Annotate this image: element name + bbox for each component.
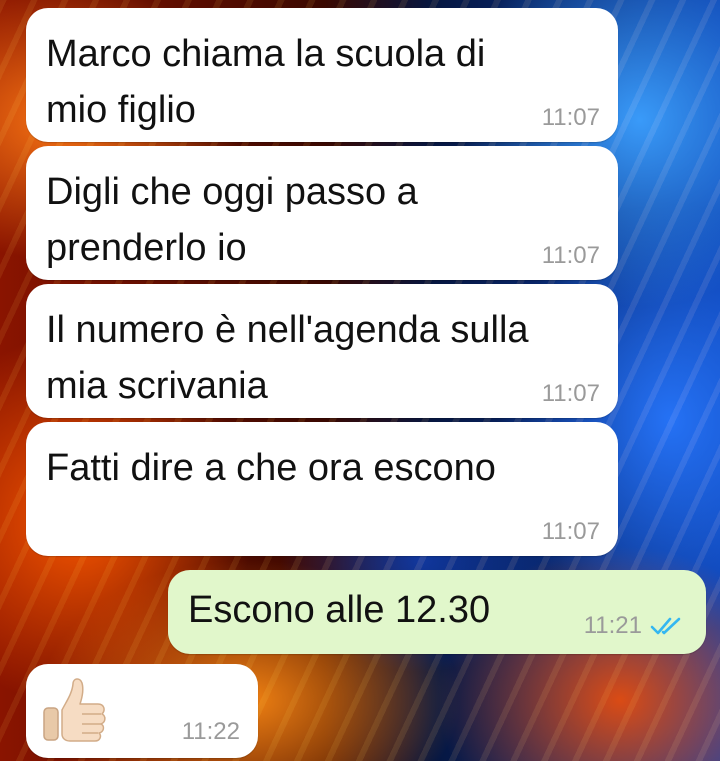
message-timestamp: 11:07 — [542, 380, 600, 408]
incoming-message-bubble[interactable]: Digli che oggi passo a prenderlo io 11:0… — [26, 146, 618, 280]
outgoing-message-bubble[interactable]: Escono alle 12.30 11:21 — [168, 570, 706, 654]
message-text: Marco chiama la scuola di mio figlio — [46, 33, 486, 131]
message-time: 11:21 — [583, 612, 642, 639]
message-timestamp: 11:07 — [542, 104, 600, 132]
message-timestamp: 11:07 — [542, 518, 600, 546]
incoming-message-bubble[interactable]: 11:22 — [26, 664, 258, 758]
message-text: Fatti dire a che ora escono — [46, 447, 496, 489]
incoming-message-bubble[interactable]: Il numero è nell'agenda sulla mia scriva… — [26, 284, 618, 418]
double-check-icon — [650, 617, 681, 635]
message-text: Il numero è nell'agenda sulla mia scriva… — [46, 309, 529, 407]
thumbs-up-icon — [43, 678, 106, 742]
message-time: 11:07 — [541, 380, 600, 407]
message-time: 11:07 — [541, 104, 600, 131]
message-text: Digli che oggi passo a prenderlo io — [46, 171, 418, 269]
message-time: 11:22 — [181, 718, 240, 745]
message-time: 11:07 — [541, 242, 600, 269]
message-timestamp: 11:21 — [584, 612, 682, 640]
message-timestamp: 11:07 — [542, 242, 600, 270]
message-timestamp: 11:22 — [182, 718, 240, 746]
message-time: 11:07 — [541, 518, 600, 545]
incoming-message-bubble[interactable]: Fatti dire a che ora escono 11:07 — [26, 422, 618, 556]
message-list[interactable]: Marco chiama la scuola di mio figlio 11:… — [0, 0, 720, 761]
incoming-message-bubble[interactable]: Marco chiama la scuola di mio figlio 11:… — [26, 8, 618, 142]
